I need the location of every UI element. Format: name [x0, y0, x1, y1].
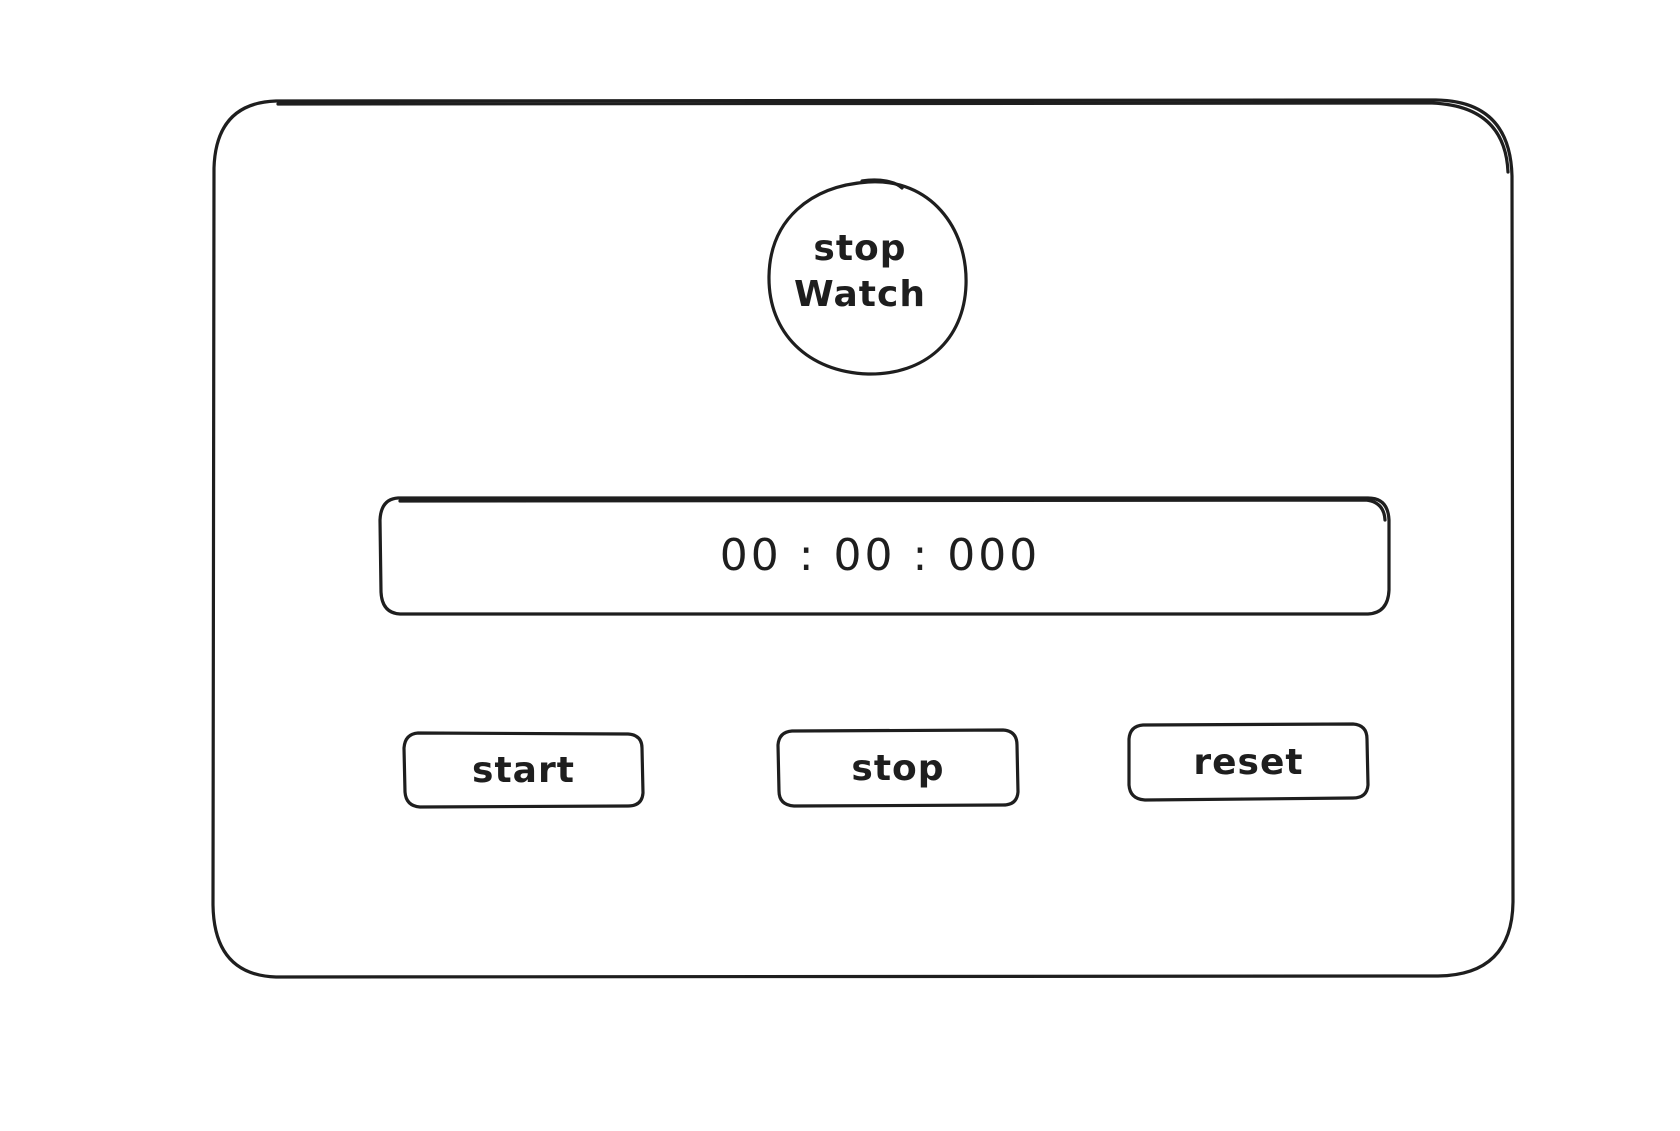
stop-button[interactable]: stop: [778, 730, 1018, 806]
logo-title: stop Watch: [770, 226, 950, 318]
logo-title-line-1: stop: [813, 228, 907, 269]
stop-button-label: stop: [851, 747, 945, 789]
logo-title-line-2: Watch: [794, 274, 926, 315]
start-button-label: start: [472, 749, 575, 791]
reset-button[interactable]: reset: [1129, 724, 1368, 800]
reset-button-label: reset: [1193, 741, 1304, 783]
logo-circle-stroke-2: [860, 178, 904, 190]
outer-card-outline-2: [276, 101, 1510, 174]
timer-display: 00 : 00 : 000: [719, 530, 1041, 581]
start-button[interactable]: start: [404, 733, 643, 807]
timer-bar-outline-2: [398, 498, 1387, 522]
